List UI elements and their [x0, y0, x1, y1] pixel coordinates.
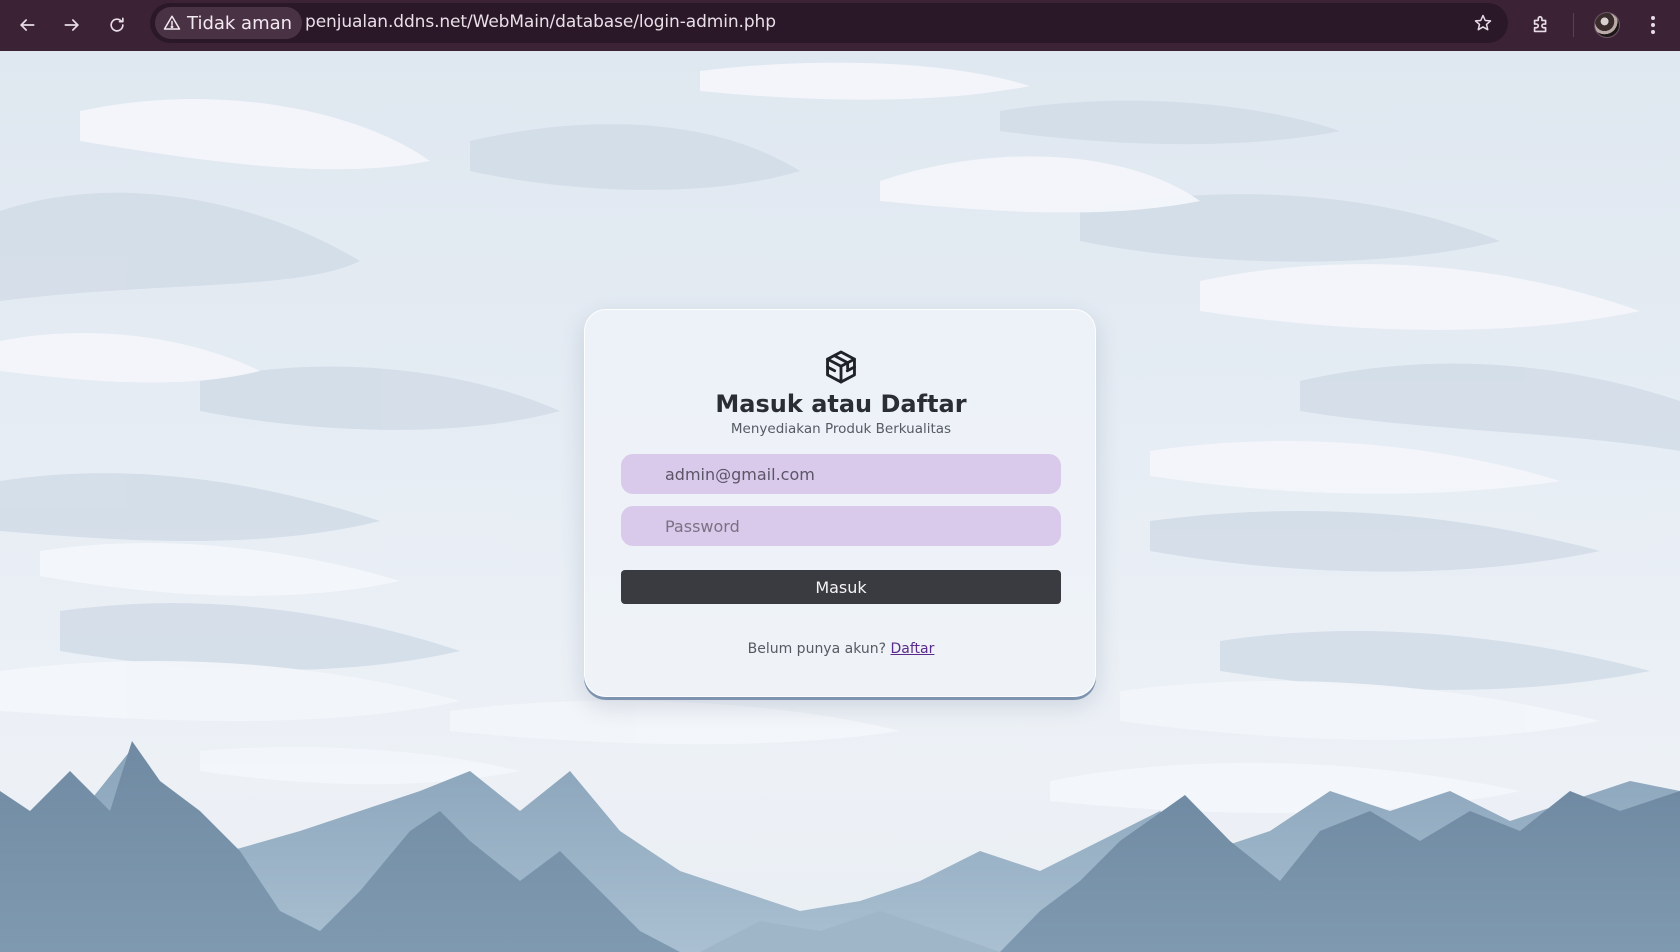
reload-button[interactable] — [100, 8, 134, 42]
back-button[interactable] — [10, 8, 44, 42]
warning-triangle-icon — [163, 15, 181, 30]
puzzle-icon — [1533, 15, 1547, 33]
email-field[interactable] — [621, 454, 1061, 494]
profile-button[interactable] — [1590, 8, 1624, 42]
login-card: Masuk atau Daftar Menyediakan Produk Ber… — [584, 309, 1096, 697]
password-field[interactable] — [621, 506, 1061, 546]
star-icon — [1474, 14, 1492, 31]
security-label: Tidak aman — [187, 12, 293, 34]
kebab-menu-icon — [1651, 16, 1655, 34]
register-prompt: Belum punya akun? — [747, 641, 887, 657]
page-subtitle: Menyediakan Produk Berkualitas — [730, 421, 952, 437]
page-title: Masuk atau Daftar — [715, 390, 967, 418]
register-prompt-line: Belum punya akun? Daftar — [585, 641, 1097, 657]
toolbar-divider — [1573, 13, 1574, 37]
login-button[interactable]: Masuk — [621, 570, 1061, 604]
browser-toolbar: Tidak aman penjualan.ddns.net/WebMain/da… — [0, 0, 1680, 51]
arrow-right-icon — [64, 19, 79, 31]
reload-icon — [110, 17, 124, 32]
address-bar[interactable]: Tidak aman penjualan.ddns.net/WebMain/da… — [150, 3, 1508, 43]
security-indicator[interactable]: Tidak aman — [155, 7, 303, 39]
avatar — [1594, 12, 1620, 38]
page-background: Masuk atau Daftar Menyediakan Produk Ber… — [0, 51, 1680, 952]
arrow-left-icon — [20, 19, 35, 31]
bookmark-button[interactable] — [1468, 8, 1498, 38]
register-link[interactable]: Daftar — [891, 641, 935, 657]
url-text[interactable]: penjualan.ddns.net/WebMain/database/logi… — [305, 12, 776, 32]
forward-button[interactable] — [55, 8, 89, 42]
browser-menu-button[interactable] — [1636, 8, 1670, 42]
cube-icon — [826, 350, 856, 384]
extensions-button[interactable] — [1524, 8, 1558, 42]
